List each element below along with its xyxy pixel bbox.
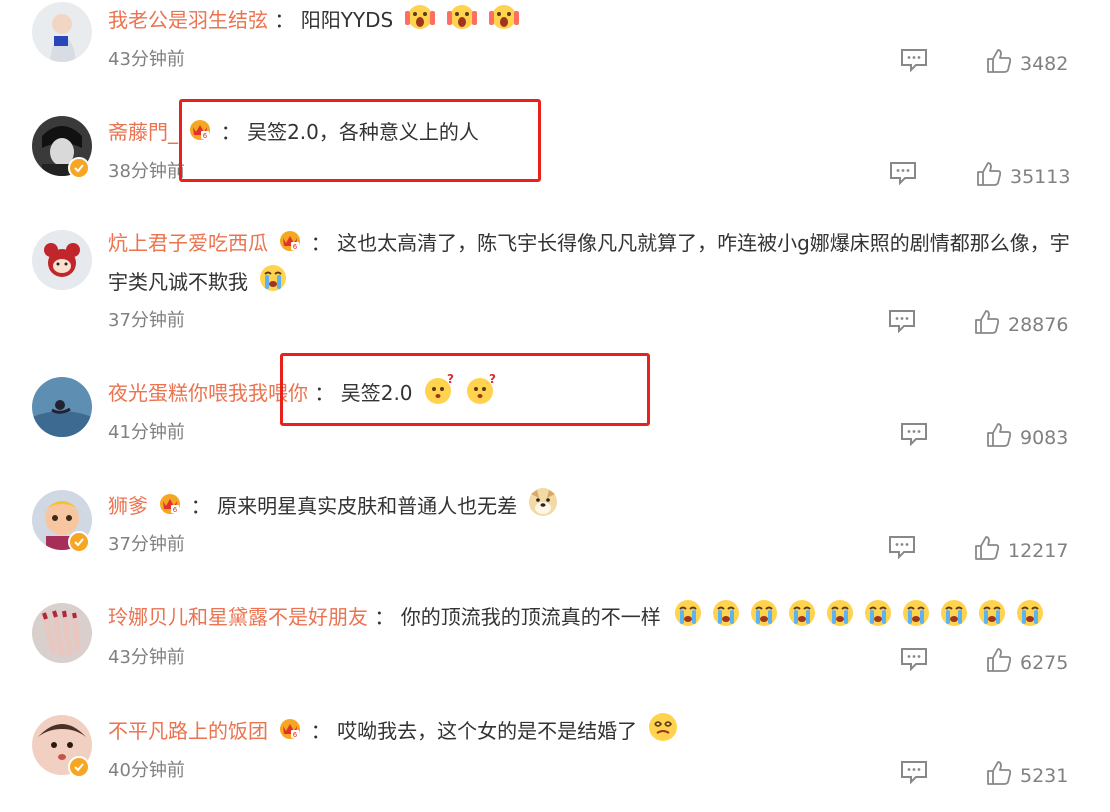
svg-text:6: 6	[293, 243, 298, 251]
thumbs-up-icon	[974, 535, 1000, 566]
cry-emoji-icon	[975, 598, 1009, 639]
comment-time: 43分钟前	[108, 647, 185, 668]
thumbs-up-icon	[986, 48, 1012, 79]
like-count: 6275	[1020, 651, 1069, 674]
like-button[interactable]: 12217	[974, 535, 1068, 566]
reply-comment-icon[interactable]	[900, 422, 928, 447]
avatar[interactable]	[32, 603, 92, 663]
verified-badge-icon	[68, 157, 90, 179]
cry-emoji-icon	[671, 598, 705, 639]
cry-emoji-icon	[899, 598, 933, 639]
username-link[interactable]: 玲娜贝儿和星黛露不是好朋友	[108, 605, 368, 629]
username-link[interactable]: 斋藤門_	[108, 120, 178, 144]
comment-line: 不平凡路上的饭团 6 ： 哎呦我去，这个女的是不是结婚了	[108, 711, 679, 754]
svg-text:6: 6	[293, 731, 298, 739]
username-link[interactable]: 炕上君子爱吃西瓜	[108, 231, 268, 255]
separator: ：	[374, 605, 395, 629]
comment-text: 原来明星真实皮肤和普通人也无差	[217, 494, 518, 518]
comment-time: 37分钟前	[108, 310, 185, 331]
thumbs-up-icon	[986, 647, 1012, 678]
reply-comment-icon[interactable]	[900, 48, 928, 73]
crown-badge-icon: 6	[278, 715, 302, 751]
cry-emoji-icon	[747, 598, 781, 639]
like-count: 28876	[1008, 313, 1069, 336]
comment-text: 哎呦我去，这个女的是不是结婚了	[337, 719, 638, 743]
verified-badge-icon	[68, 531, 90, 553]
comment-line: 炕上君子爱吃西瓜 6 ： 这也太高清了，陈飞宇长得像凡凡就算了，咋连被小g娜爆床…	[108, 225, 1078, 304]
scream-emoji-icon	[404, 1, 436, 42]
like-button[interactable]: 3482	[986, 48, 1068, 79]
cry-emoji-icon	[1013, 598, 1047, 639]
doge-emoji-icon	[527, 486, 559, 529]
cry-emoji-icon	[937, 598, 971, 639]
thumbs-up-icon	[986, 760, 1012, 791]
scream-emoji-icon	[488, 1, 520, 42]
dizzy-face-emoji-icon	[647, 711, 679, 754]
separator: ：	[310, 719, 331, 743]
cry-emoji-icon	[709, 598, 743, 639]
highlight-box	[179, 99, 541, 182]
username-link[interactable]: 夜光蛋糕你喂我我喂你	[108, 381, 308, 405]
like-button[interactable]: 6275	[986, 647, 1068, 678]
cry-emoji-icon	[258, 263, 288, 304]
separator: ：	[310, 231, 331, 255]
username-link[interactable]: 不平凡路上的饭团	[108, 719, 268, 743]
reply-comment-icon[interactable]	[900, 760, 928, 785]
like-count: 12217	[1008, 539, 1069, 562]
svg-text:6: 6	[173, 506, 178, 514]
thumbs-up-icon	[986, 422, 1012, 453]
reply-comment-icon[interactable]	[889, 161, 917, 186]
username-link[interactable]: 我老公是羽生结弦	[108, 8, 268, 32]
thumbs-up-icon	[976, 161, 1002, 192]
comment-line: 我老公是羽生结弦 ： 阳阳YYDS	[108, 1, 520, 42]
highlight-box	[280, 353, 650, 426]
cry-emoji-icon	[785, 598, 819, 639]
cry-emoji-icon	[861, 598, 895, 639]
comment-text: 阳阳YYDS	[300, 8, 394, 32]
comment-time: 40分钟前	[108, 760, 185, 781]
cry-emoji-icon	[823, 598, 857, 639]
comment-time: 43分钟前	[108, 49, 185, 70]
like-button[interactable]: 28876	[974, 309, 1068, 340]
avatar[interactable]	[32, 377, 92, 437]
comment-time: 37分钟前	[108, 534, 185, 555]
like-button[interactable]: 5231	[986, 760, 1068, 791]
scream-emoji-icon	[446, 1, 478, 42]
separator: ：	[190, 494, 211, 518]
crown-badge-icon: 6	[278, 227, 302, 263]
avatar[interactable]	[32, 2, 92, 62]
reply-comment-icon[interactable]	[900, 647, 928, 672]
comment-line: 狮爹 6 ： 原来明星真实皮肤和普通人也无差	[108, 486, 559, 529]
crown-badge-icon: 6	[158, 490, 182, 526]
reply-comment-icon[interactable]	[888, 535, 916, 560]
thumbs-up-icon	[974, 309, 1000, 340]
like-button[interactable]: 35113	[976, 161, 1070, 192]
like-count: 3482	[1020, 52, 1069, 75]
comment-time: 41分钟前	[108, 422, 185, 443]
avatar[interactable]	[32, 230, 92, 290]
comment-text: 你的顶流我的顶流真的不一样	[400, 605, 661, 629]
comment-line: 玲娜贝儿和星黛露不是好朋友 ： 你的顶流我的顶流真的不一样	[108, 598, 1047, 639]
like-count: 35113	[1010, 165, 1071, 188]
username-link[interactable]: 狮爹	[108, 494, 148, 518]
like-count: 9083	[1020, 426, 1069, 449]
separator: ：	[274, 8, 295, 32]
like-count: 5231	[1020, 764, 1069, 787]
comment-time: 38分钟前	[108, 161, 185, 182]
reply-comment-icon[interactable]	[888, 309, 916, 334]
verified-badge-icon	[68, 756, 90, 778]
like-button[interactable]: 9083	[986, 422, 1068, 453]
